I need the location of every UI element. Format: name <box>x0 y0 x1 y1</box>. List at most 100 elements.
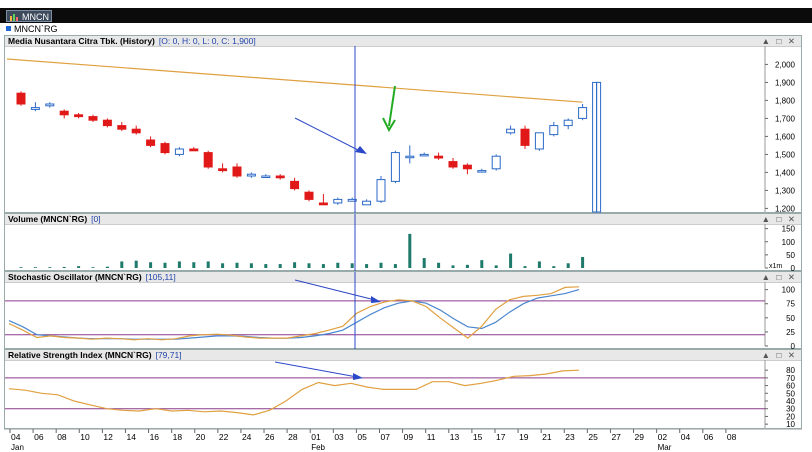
volume-bar <box>393 264 397 268</box>
candle-body <box>434 155 444 159</box>
volume-bar <box>249 263 253 268</box>
candle-body <box>102 119 112 127</box>
x-tick-label: 28 <box>288 432 298 442</box>
volume-bar <box>48 267 52 268</box>
volume-bar <box>480 260 484 268</box>
candle-body <box>232 166 242 177</box>
x-tick-label: 07 <box>381 432 391 442</box>
volume-bar <box>379 262 383 268</box>
volume-chart[interactable]: 150100500x1m <box>5 214 803 272</box>
x-tick-label: 19 <box>519 432 529 442</box>
candle-body <box>290 180 300 190</box>
candle-body <box>506 128 516 134</box>
series-color-icon <box>6 26 11 31</box>
volume-bar <box>235 262 239 268</box>
volume-bar <box>509 253 513 268</box>
x-tick-label: 10 <box>80 432 90 442</box>
rsi-chart[interactable]: 8070605040302010 <box>5 350 803 430</box>
candle-body <box>534 132 544 150</box>
x-tick-label: 22 <box>219 432 229 442</box>
y-tick-label: 1,800 <box>775 96 796 105</box>
volume-bar <box>62 266 66 268</box>
candle-body <box>549 125 559 136</box>
x-tick-label: 08 <box>57 432 67 442</box>
x-tick-label: 26 <box>265 432 275 442</box>
x-tick-label: 21 <box>542 432 552 442</box>
x-tick-label: 02 <box>658 432 668 442</box>
volume-bar <box>264 264 268 268</box>
candle-body <box>462 164 472 170</box>
volume-bar <box>321 264 325 268</box>
x-tick-label: 12 <box>103 432 113 442</box>
y-tick-label: 100 <box>782 286 796 295</box>
candle-body <box>578 107 588 119</box>
y-tick-label: 100 <box>782 238 796 247</box>
candle-body <box>563 119 573 127</box>
volume-bar <box>221 263 225 268</box>
symbol-label[interactable]: MNCN`RG <box>6 23 58 35</box>
y-tick-label: 50 <box>786 314 795 323</box>
x-tick-label: 25 <box>588 432 598 442</box>
candle-body <box>88 116 98 121</box>
candle-body <box>304 191 314 200</box>
x-tick-label: 18 <box>173 432 183 442</box>
y-tick-label: 1,400 <box>775 168 796 177</box>
volume-bar <box>163 262 167 268</box>
current-bar-marker <box>592 81 598 213</box>
volume-bar <box>91 267 95 268</box>
volume-bar <box>134 260 138 268</box>
annotation-arrow-blue <box>294 279 376 301</box>
x-tick-label: 03 <box>334 432 344 442</box>
volume-bar <box>422 258 426 268</box>
x-tick-label: 06 <box>34 432 44 442</box>
x-tick-label: 17 <box>496 432 506 442</box>
y-tick-label: 150 <box>782 225 796 234</box>
x-tick-label: 24 <box>242 432 252 442</box>
y-tick-label: 2,000 <box>775 60 796 69</box>
tab-mncn[interactable]: MNCN <box>6 10 52 22</box>
stochastic-k-line <box>8 286 580 341</box>
candle-body <box>448 161 458 168</box>
y-tick-label: 1,700 <box>775 114 796 123</box>
volume-bar <box>537 261 541 268</box>
candle-body <box>333 198 343 204</box>
rsi-pane[interactable]: Relative Strength Index (MNCN`RG) [79,71]… <box>4 349 802 429</box>
candle-body <box>419 153 429 157</box>
volume-bar <box>581 256 585 268</box>
stochastic-chart[interactable]: 1007550250 <box>5 272 803 350</box>
candle-body <box>203 152 213 168</box>
candle-body <box>477 170 487 173</box>
volume-bar <box>293 262 297 268</box>
volume-bar <box>177 261 181 268</box>
x-tick-label: 14 <box>126 432 136 442</box>
candle-body <box>275 175 285 179</box>
candle-body <box>45 103 55 107</box>
x-tick-label: 04 <box>681 432 691 442</box>
x-tick-label: 15 <box>473 432 483 442</box>
annotation-arrowhead-blue <box>355 146 367 154</box>
volume-bar <box>33 267 37 268</box>
x-tick-label: 04 <box>11 432 21 442</box>
rsi-line <box>8 369 580 416</box>
volume-bar <box>566 263 570 268</box>
candle-body <box>376 179 386 202</box>
volume-bar <box>365 264 369 268</box>
month-label: Mar <box>658 443 672 452</box>
volume-bar <box>336 262 340 268</box>
symbol-bar: MNCN`RG <box>0 23 812 35</box>
y-tick-label: 1,500 <box>775 150 796 159</box>
volume-bar <box>120 261 124 268</box>
volume-pane[interactable]: Volume (MNCN`RG) [0] ▲ □ ✕ 150 100 50 0 x1m <box>4 213 803 272</box>
date-axis: 04 06 08 10 12 14 16 18 20 22 24 26 28 01 03 05 07 09 11 13… <box>4 429 802 452</box>
price-pane[interactable]: Media Nusantara Citra Tbk. (History) [O: … <box>4 35 803 214</box>
x-tick-label: 13 <box>450 432 460 442</box>
annotation-arrowhead-blue <box>371 296 381 303</box>
stochastic-d-line <box>8 289 580 340</box>
volume-bar <box>77 266 81 268</box>
month-label: Jan <box>11 443 24 452</box>
candle-body <box>59 110 69 116</box>
volume-bar <box>350 263 354 268</box>
price-chart[interactable]: 2,000 1,900 1,800 1,700 1,600 1,500 1,400 1,300… <box>5 36 803 214</box>
stochastic-pane[interactable]: Stochastic Oscillator (MNCN`RG) [105,11] … <box>4 271 803 350</box>
candle-body <box>131 128 141 134</box>
